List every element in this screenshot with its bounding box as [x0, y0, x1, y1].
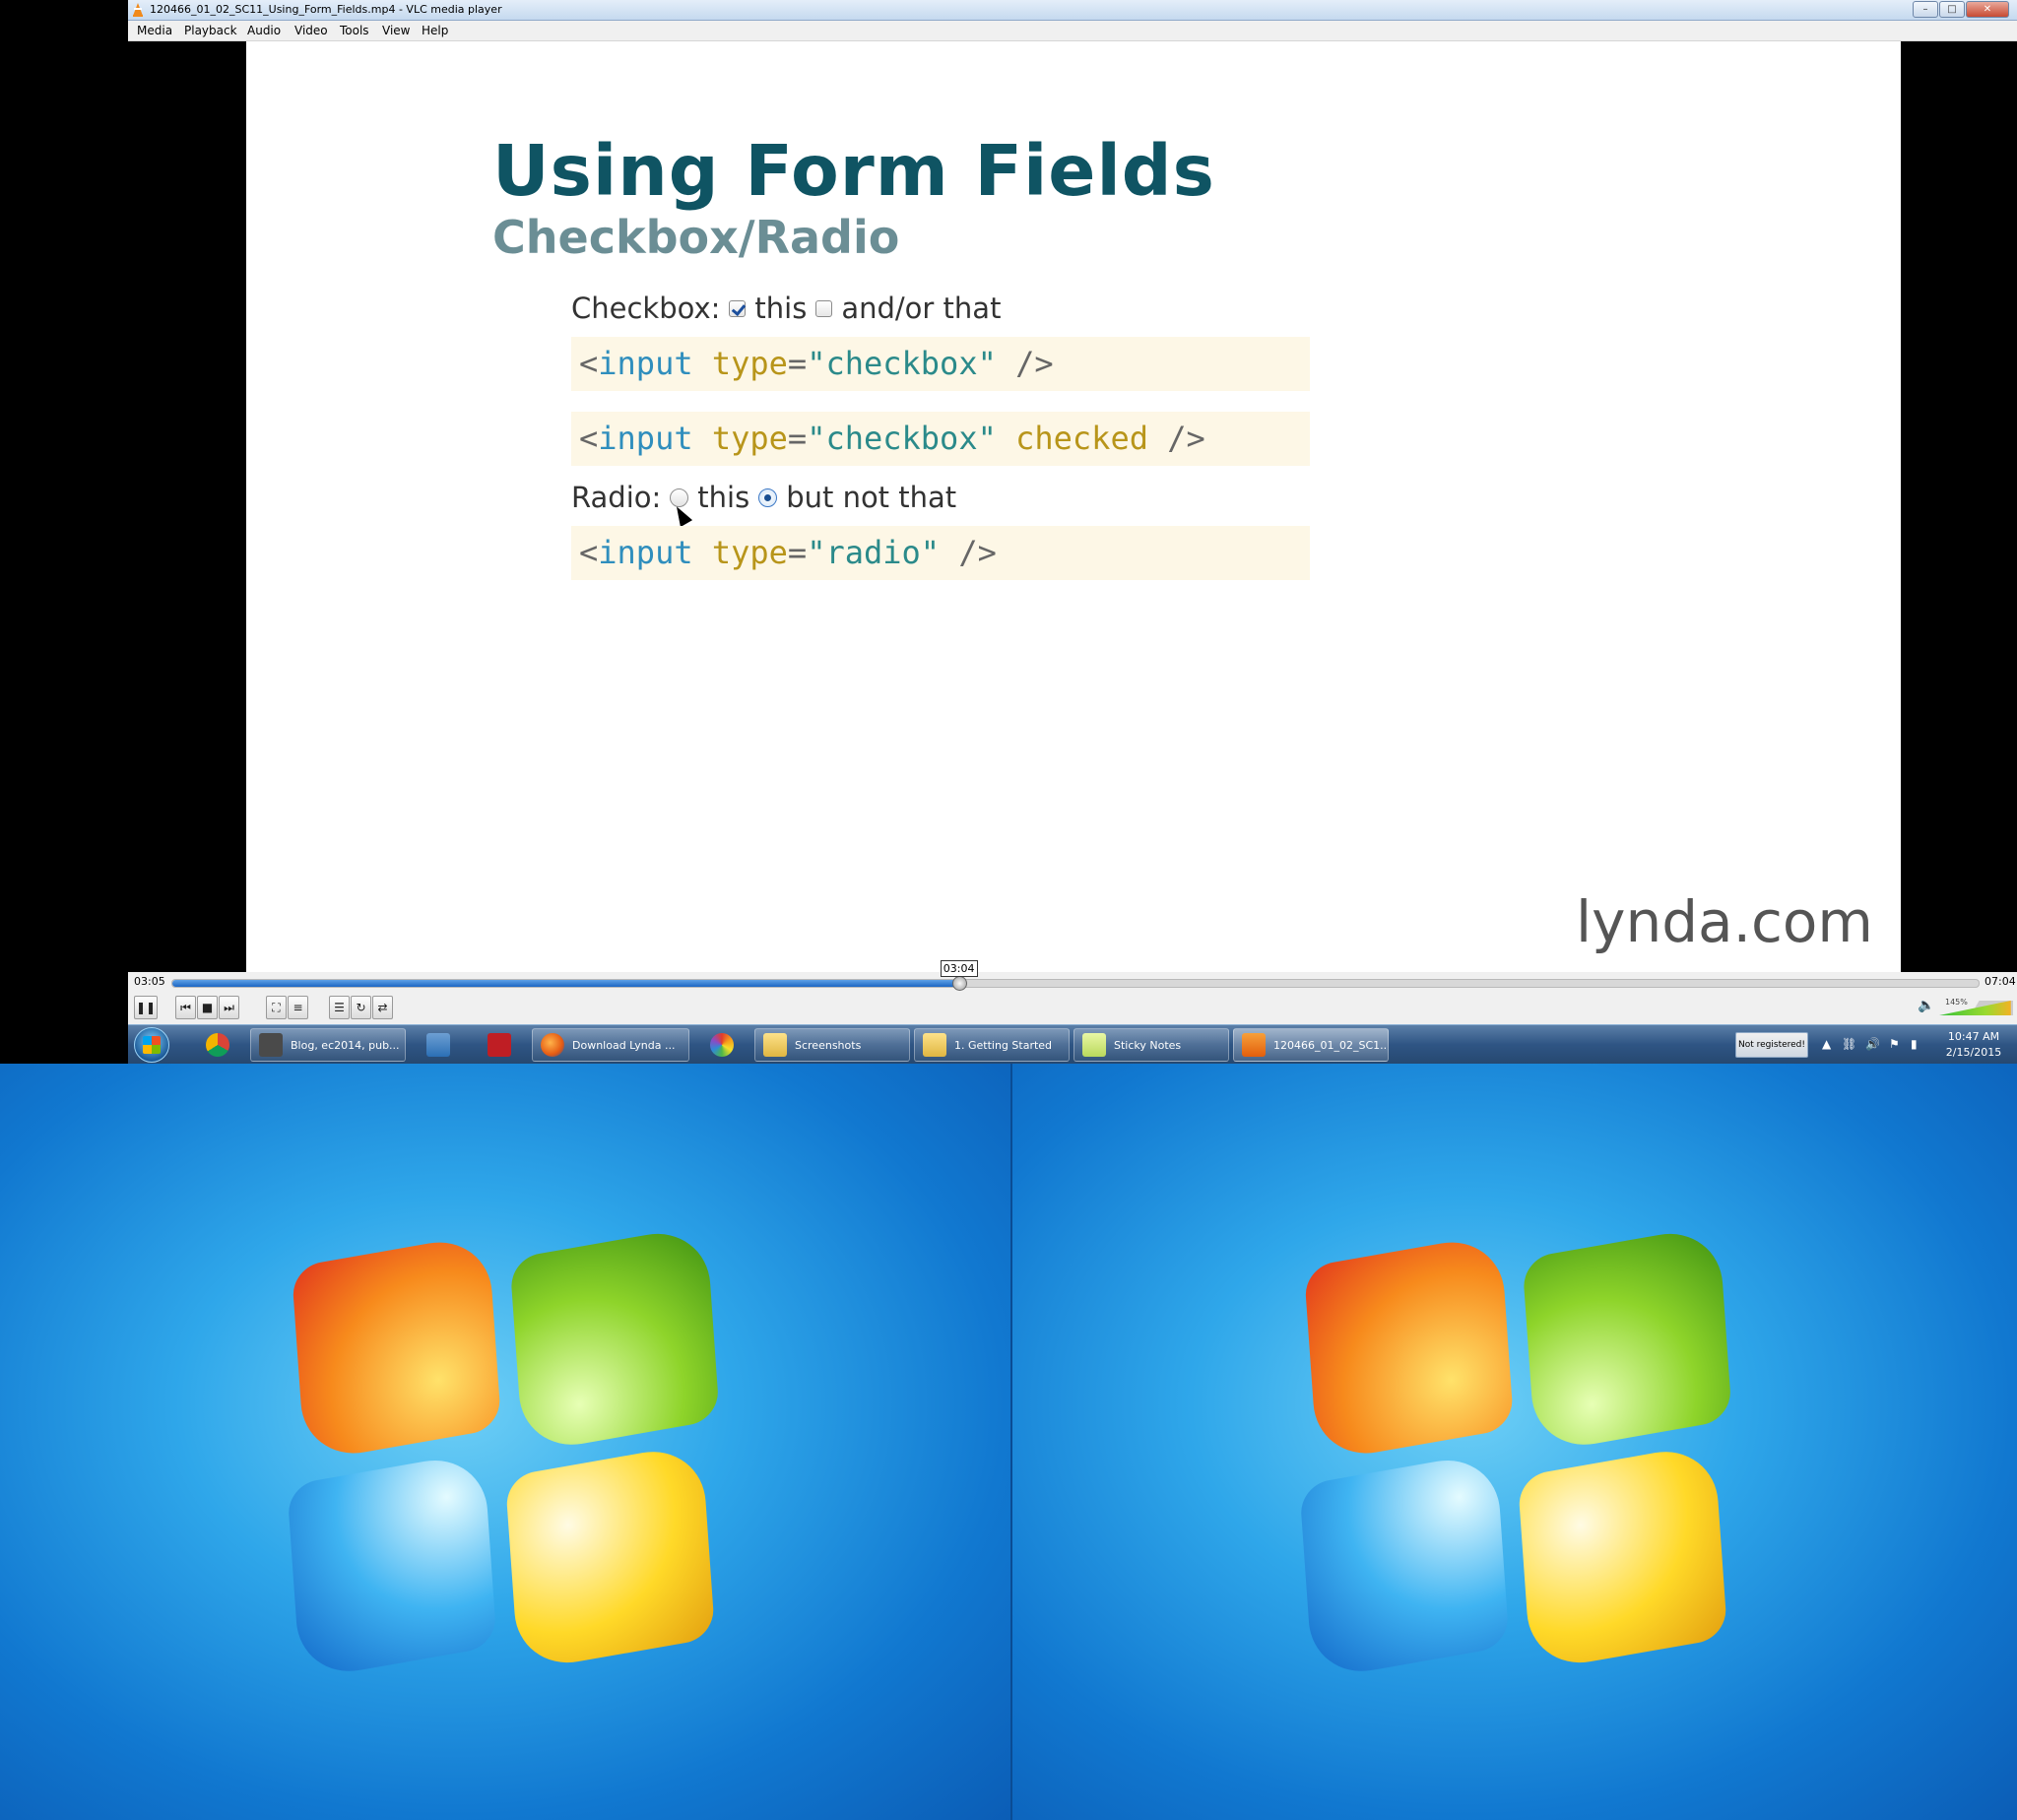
firefox-icon: [541, 1033, 564, 1057]
checkbox-this-label: this: [754, 292, 808, 325]
desktop-left: [0, 1064, 1010, 1820]
total-time: 07:04: [1984, 975, 2016, 988]
chrome-taskbar-button[interactable]: [189, 1028, 246, 1062]
taskbar-item-vlc[interactable]: 120466_01_02_SC1...: [1233, 1028, 1389, 1062]
clock[interactable]: 10:47 AM 2/15/2015: [1940, 1029, 2007, 1061]
vlc-icon: [133, 3, 143, 17]
slide-subtitle: Checkbox/Radio: [492, 211, 900, 264]
screen: 120466_01_02_SC11_Using_Form_Fields.mp4 …: [0, 0, 2017, 1820]
menu-video[interactable]: Video: [294, 24, 328, 37]
next-button[interactable]: ⏭: [219, 996, 239, 1019]
menu-help[interactable]: Help: [422, 24, 448, 37]
menu-view[interactable]: View: [382, 24, 410, 37]
sticky-notes-icon: [1082, 1033, 1106, 1057]
slide-title: Using Form Fields: [492, 130, 1215, 212]
code-checkbox-checked: <input type="checkbox" checked />: [571, 412, 1310, 466]
code-checkbox: <input type="checkbox" />: [571, 337, 1310, 391]
signal-tray-icon[interactable]: ▮: [1911, 1037, 1918, 1051]
folder-icon: [923, 1033, 946, 1057]
seek-bar[interactable]: 03:04: [171, 960, 1980, 991]
folder-icon: [763, 1033, 787, 1057]
seek-tooltip: 03:04: [940, 960, 978, 977]
speaker-icon[interactable]: 🔈: [1918, 998, 1934, 1013]
radio-demo-row: Radio: this but not that: [571, 481, 956, 514]
elapsed-time: 03:05: [134, 975, 165, 988]
title-bar[interactable]: 120466_01_02_SC11_Using_Form_Fields.mp4 …: [128, 0, 2017, 21]
media-launcher-taskbar-button[interactable]: [410, 1028, 467, 1062]
window-title: 120466_01_02_SC11_Using_Form_Fields.mp4 …: [150, 3, 502, 16]
menu-bar: Media Playback Audio Video Tools View He…: [128, 21, 2017, 41]
radio-label: Radio:: [571, 481, 662, 514]
chrome-icon: [206, 1033, 229, 1057]
taskbar: Blog, ec2014, pub... Download Lynda ... …: [128, 1024, 2017, 1064]
start-button[interactable]: [134, 1027, 169, 1063]
monitor-divider: [1010, 1064, 1012, 1820]
checkbox-label: Checkbox:: [571, 292, 721, 325]
code-radio: <input type="radio" />: [571, 526, 1310, 580]
clock-date: 2/15/2015: [1945, 1046, 2002, 1059]
menu-tools[interactable]: Tools: [340, 24, 369, 37]
windows-logo-icon: [143, 1036, 161, 1054]
playlist-button[interactable]: ☰: [329, 996, 350, 1019]
radio-but-not-that[interactable]: [758, 488, 778, 507]
checkbox-this[interactable]: [729, 299, 747, 317]
filezilla-icon: [488, 1033, 511, 1057]
show-hidden-icons[interactable]: ▲: [1822, 1037, 1831, 1051]
volume-tray-icon[interactable]: 🔊: [1865, 1037, 1880, 1051]
action-center-icon[interactable]: ⚑: [1889, 1037, 1900, 1051]
lynda-logo: lynda.com: [1576, 888, 1873, 955]
menu-playback[interactable]: Playback: [184, 24, 237, 37]
radio-this-label: this: [697, 481, 750, 514]
media-launcher-icon: [426, 1033, 450, 1057]
sublime-icon: [259, 1033, 283, 1057]
player-controls: 03:05 03:04 07:04 ❚❚ ⏮ ■ ⏭ ⛶ ≡ ☰ ↻ ⇄ 🔈 1…: [128, 960, 2017, 1024]
taskbar-item-sticky-notes[interactable]: Sticky Notes: [1074, 1028, 1229, 1062]
clock-time: 10:47 AM: [1947, 1030, 2000, 1043]
taskbar-item-getting-started[interactable]: 1. Getting Started: [914, 1028, 1070, 1062]
fullscreen-button[interactable]: ⛶: [266, 996, 287, 1019]
pause-button[interactable]: ❚❚: [134, 996, 158, 1019]
loop-button[interactable]: ↻: [351, 996, 371, 1019]
minimize-button[interactable]: –: [1913, 1, 1938, 18]
vlc-window: 120466_01_02_SC11_Using_Form_Fields.mp4 …: [128, 0, 2017, 1024]
video-frame[interactable]: Using Form Fields Checkbox/Radio Checkbo…: [246, 41, 1901, 972]
picasa-icon: [710, 1033, 734, 1057]
menu-audio[interactable]: Audio: [247, 24, 281, 37]
picasa-taskbar-button[interactable]: [693, 1028, 750, 1062]
desktop-right: [1012, 1064, 2017, 1820]
close-button[interactable]: ✕: [1966, 1, 2009, 18]
vlc-icon: [1242, 1033, 1266, 1057]
windows-flag-wallpaper: [261, 1174, 745, 1702]
not-registered-badge[interactable]: Not registered!: [1735, 1032, 1808, 1058]
maximize-button[interactable]: □: [1939, 1, 1965, 18]
previous-button[interactable]: ⏮: [175, 996, 196, 1019]
taskbar-item-screenshots[interactable]: Screenshots: [754, 1028, 910, 1062]
volume-percent: 145%: [1945, 998, 1968, 1007]
desktop-black-strip: [0, 0, 128, 1064]
menu-media[interactable]: Media: [137, 24, 172, 37]
extended-settings-button[interactable]: ≡: [288, 996, 308, 1019]
windows-flag-wallpaper: [1273, 1174, 1757, 1702]
network-tray-icon[interactable]: ⛓: [1842, 1037, 1856, 1051]
seek-handle[interactable]: [951, 976, 967, 991]
stop-button[interactable]: ■: [197, 996, 218, 1019]
checkbox-demo-row: Checkbox: this and/or that: [571, 292, 1001, 325]
filezilla-taskbar-button[interactable]: [471, 1028, 528, 1062]
shuffle-button[interactable]: ⇄: [372, 996, 393, 1019]
checkbox-that-label: and/or that: [841, 292, 1002, 325]
radio-but-not-that-label: but not that: [786, 481, 957, 514]
checkbox-that[interactable]: [815, 299, 833, 317]
taskbar-item-download-lynda[interactable]: Download Lynda ...: [532, 1028, 689, 1062]
taskbar-item-blog[interactable]: Blog, ec2014, pub...: [250, 1028, 406, 1062]
seek-progress: [172, 980, 960, 987]
